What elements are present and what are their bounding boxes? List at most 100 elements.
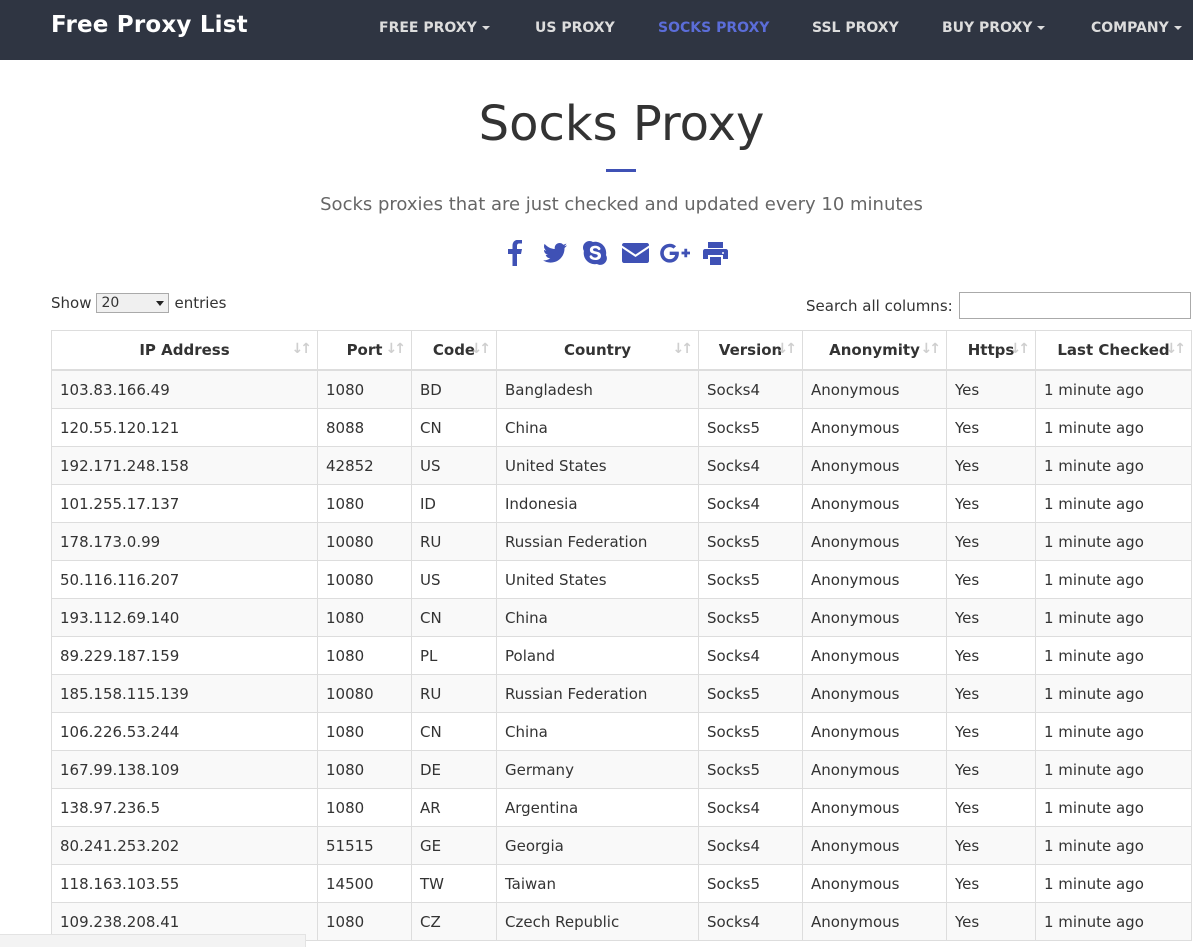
port-cell: 10080: [317, 674, 412, 713]
caret-down-icon: [1173, 26, 1182, 30]
anonymity-cell: Anonymous: [802, 636, 947, 675]
nav-buy-proxy[interactable]: BUY PROXY: [942, 20, 1046, 36]
column-header-last-checked[interactable]: Last Checked ↓↑: [1035, 330, 1192, 371]
column-header-code[interactable]: Code ↓↑: [411, 330, 497, 371]
table-row: 167.99.138.109 1080 DE Germany Socks5 Anonymo…: [51, 750, 1192, 789]
code-cell: GE: [411, 826, 497, 865]
table-row: 89.229.187.159 1080 PL Poland Socks4 Anonymou…: [51, 636, 1192, 675]
port-cell: 1080: [317, 369, 412, 409]
sort-icon: ↓↑: [1165, 341, 1187, 357]
last-checked-cell: 1 minute ago: [1035, 522, 1192, 561]
port-cell: 1080: [317, 750, 412, 789]
column-header-https[interactable]: Https ↓↑: [946, 330, 1036, 371]
last-checked-cell: 1 minute ago: [1035, 902, 1192, 941]
envelope-icon[interactable]: [620, 238, 650, 268]
code-cell: RU: [411, 522, 497, 561]
search-label: Search all columns:: [806, 296, 953, 315]
last-checked-cell: 1 minute ago: [1035, 712, 1192, 751]
https-cell: Yes: [946, 712, 1036, 751]
last-checked-cell: 1 minute ago: [1035, 408, 1192, 447]
print-icon[interactable]: [700, 238, 730, 268]
nav-socks-proxy[interactable]: SOCKS PROXY: [658, 20, 769, 36]
title-divider: [606, 169, 636, 172]
last-checked-cell: 1 minute ago: [1035, 864, 1192, 903]
search-input[interactable]: [958, 292, 1191, 319]
code-cell: PL: [411, 636, 497, 675]
entries-label: entries: [174, 294, 227, 312]
https-cell: Yes: [946, 560, 1036, 599]
sort-icon: ↓↑: [1009, 341, 1031, 357]
ip-cell: 193.112.69.140: [51, 598, 318, 637]
column-header-port[interactable]: Port ↓↑: [317, 330, 412, 371]
google-plus-icon[interactable]: [660, 238, 690, 268]
twitter-icon[interactable]: [540, 238, 570, 268]
code-cell: AR: [411, 788, 497, 827]
column-header-country[interactable]: Country ↓↑: [496, 330, 699, 371]
country-cell: China: [496, 712, 699, 751]
https-cell: Yes: [946, 864, 1036, 903]
last-checked-cell: 1 minute ago: [1035, 750, 1192, 789]
last-checked-cell: 1 minute ago: [1035, 674, 1192, 713]
ip-cell: 185.158.115.139: [51, 674, 318, 713]
share-bar: [500, 238, 730, 268]
port-cell: 51515: [317, 826, 412, 865]
country-cell: Czech Republic: [496, 902, 699, 941]
column-label: Version: [718, 341, 783, 359]
nav-us-proxy[interactable]: US PROXY: [535, 20, 615, 36]
anonymity-cell: Anonymous: [802, 864, 947, 903]
column-label: Port: [346, 341, 383, 359]
ip-cell: 101.255.17.137: [51, 484, 318, 523]
page-title: Socks Proxy: [478, 96, 765, 152]
table-row: 80.241.253.202 51515 GE Georgia Socks4 Anonym…: [51, 826, 1192, 865]
skype-icon[interactable]: [580, 238, 610, 268]
version-cell: Socks4: [698, 484, 803, 523]
column-header-anonymity[interactable]: Anonymity ↓↑: [802, 330, 947, 371]
version-cell: Socks4: [698, 369, 803, 409]
column-header-version[interactable]: Version ↓↑: [698, 330, 803, 371]
version-cell: Socks5: [698, 522, 803, 561]
column-label: IP Address: [139, 341, 230, 359]
port-cell: 1080: [317, 636, 412, 675]
nav-ssl-proxy[interactable]: SSL PROXY: [812, 20, 899, 36]
sort-icon: ↓↑: [470, 341, 492, 357]
anonymity-cell: Anonymous: [802, 369, 947, 409]
code-cell: BD: [411, 369, 497, 409]
column-header-ip[interactable]: IP Address ↓↑: [51, 330, 318, 371]
https-cell: Yes: [946, 522, 1036, 561]
https-cell: Yes: [946, 674, 1036, 713]
nav-label: US PROXY: [535, 20, 615, 36]
last-checked-cell: 1 minute ago: [1035, 788, 1192, 827]
code-cell: US: [411, 560, 497, 599]
code-cell: ID: [411, 484, 497, 523]
anonymity-cell: Anonymous: [802, 750, 947, 789]
country-cell: Russian Federation: [496, 522, 699, 561]
version-cell: Socks5: [698, 598, 803, 637]
bottom-overlay: [0, 934, 306, 947]
table-row: 103.83.166.49 1080 BD Bangladesh Socks4 Anony…: [51, 369, 1192, 409]
column-label: Last Checked: [1057, 341, 1170, 359]
brand-logo[interactable]: Free Proxy List: [51, 12, 248, 38]
last-checked-cell: 1 minute ago: [1035, 560, 1192, 599]
facebook-icon[interactable]: [500, 238, 530, 268]
last-checked-cell: 1 minute ago: [1035, 826, 1192, 865]
nav-company[interactable]: COMPANY: [1091, 20, 1182, 36]
sort-icon: ↓↑: [776, 341, 798, 357]
https-cell: Yes: [946, 598, 1036, 637]
anonymity-cell: Anonymous: [802, 712, 947, 751]
nav-free-proxy[interactable]: FREE PROXY: [379, 20, 490, 36]
ip-cell: 178.173.0.99: [51, 522, 318, 561]
https-cell: Yes: [946, 446, 1036, 485]
table-row: 185.158.115.139 10080 RU Russian Federation…: [51, 674, 1192, 713]
code-cell: CN: [411, 712, 497, 751]
ip-cell: 80.241.253.202: [51, 826, 318, 865]
entries-length-control: Show 20 entries: [51, 293, 226, 313]
port-cell: 1080: [317, 598, 412, 637]
entries-select[interactable]: 20: [96, 293, 170, 313]
https-cell: Yes: [946, 788, 1036, 827]
port-cell: 10080: [317, 560, 412, 599]
port-cell: 42852: [317, 446, 412, 485]
version-cell: Socks4: [698, 636, 803, 675]
https-cell: Yes: [946, 484, 1036, 523]
caret-down-icon: [481, 26, 490, 30]
port-cell: 8088: [317, 408, 412, 447]
